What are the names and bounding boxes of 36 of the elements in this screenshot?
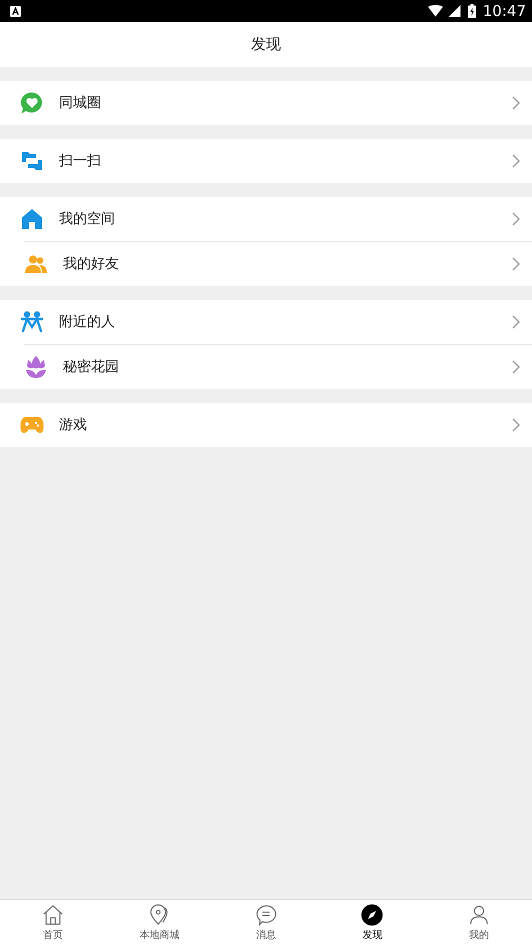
menu-item[interactable]: 秘密花园 [24,344,532,389]
menu-item-label: 我的空间 [59,210,116,228]
menu-item-label: 附近的人 [59,313,116,331]
battery-icon [468,4,476,18]
menu-item-label: 同城圈 [59,94,102,112]
menu-item-label: 我的好友 [63,255,120,273]
chevron-right-icon [512,315,520,329]
scan-icon [20,149,44,173]
chevron-right-icon [512,96,520,110]
menu-item[interactable]: 我的好友 [24,241,532,286]
flower-icon [24,355,48,379]
person-icon [468,904,490,926]
wifi-icon [428,5,443,17]
menu-item[interactable]: 同城圈 [0,81,532,125]
chevron-right-icon [512,257,520,271]
clock-time: 10:47 [482,2,526,20]
menu-item[interactable]: 我的空间 [0,197,532,241]
house-icon [42,904,64,926]
house-icon [20,207,44,231]
compass-icon [361,904,384,926]
signal-icon [446,5,462,17]
people-icon [20,310,44,334]
notification-icon [10,6,21,16]
chat-heart-icon [20,91,44,115]
menu-item-label: 扫一扫 [59,152,102,170]
chevron-right-icon [512,154,520,168]
chevron-right-icon [512,360,520,374]
menu-item[interactable]: 游戏 [0,403,532,447]
menu-item[interactable]: 附近的人 [0,300,532,344]
menu-item-label: 游戏 [59,416,88,434]
chevron-right-icon [512,418,520,432]
message-icon [255,904,278,926]
menu-item-label: 秘密花园 [63,358,120,376]
chevron-right-icon [512,212,520,226]
menu-item[interactable]: 扫一扫 [0,139,532,183]
page-title: 发现 [251,35,281,54]
